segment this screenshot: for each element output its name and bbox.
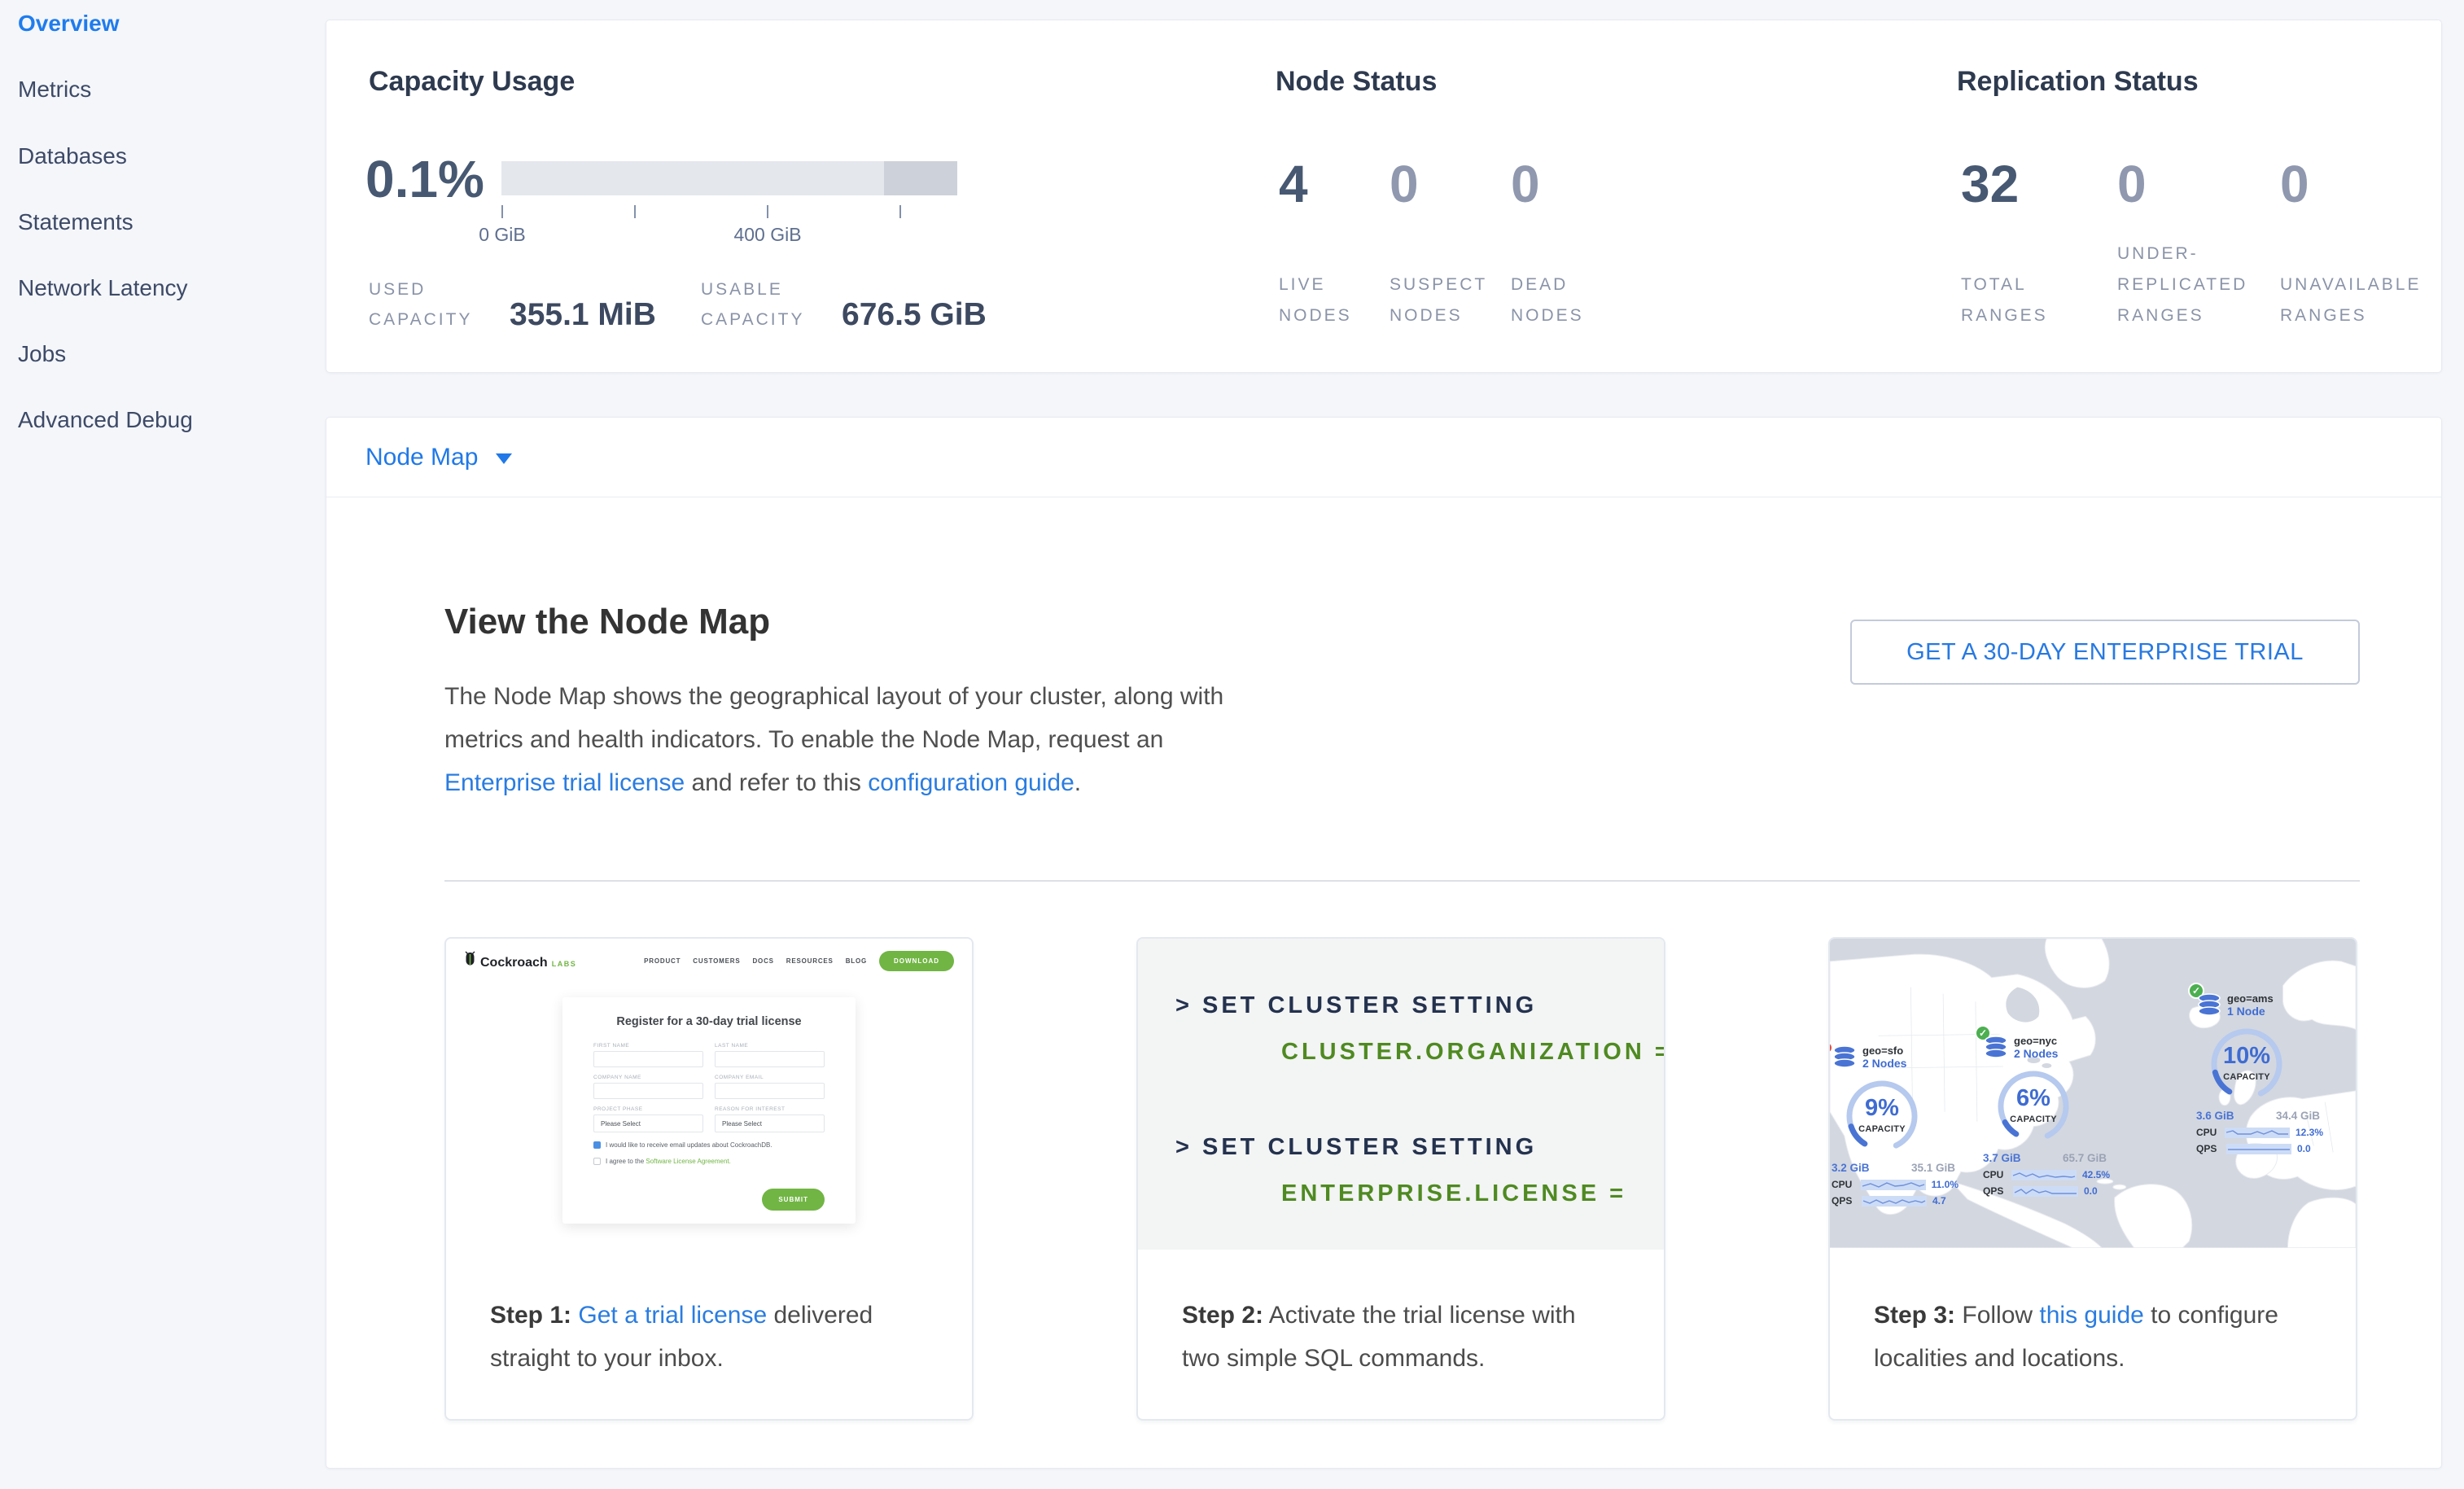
live-nodes-label: LIVENODES (1279, 269, 1352, 331)
used-capacity-label: USED CAPACITY (369, 274, 472, 335)
node-status-title: Node Status (1276, 66, 1437, 98)
company-email-field-mock (715, 1083, 825, 1099)
step-2-caption: Step 2: Activate the trial license with … (1138, 1250, 1664, 1380)
under-replicated-label: UNDER-REPLICATEDRANGES (2117, 239, 2247, 331)
axis-tick-label-start: 0 GiB (437, 224, 567, 246)
suspect-nodes-value: 0 (1390, 154, 1419, 214)
database-node-icon (2196, 993, 2222, 1018)
capacity-gauge: 9% CAPACITY (1843, 1077, 1921, 1155)
sidebar-item-statements[interactable]: Statements (18, 209, 133, 235)
sidebar-item-overview[interactable]: Overview (18, 11, 120, 37)
under-replicated-value: 0 (2117, 154, 2147, 214)
enterprise-trial-license-link[interactable]: Enterprise trial license (444, 769, 685, 796)
sidebar-item-advanced-debug[interactable]: Advanced Debug (18, 407, 193, 433)
live-nodes-value: 4 (1279, 154, 1308, 214)
node-map-view-selector[interactable]: Node Map (365, 444, 512, 471)
total-ranges-label: TOTALRANGES (1961, 269, 2048, 331)
sidebar-item-metrics[interactable]: Metrics (18, 77, 91, 103)
unavailable-value: 0 (2280, 154, 2309, 214)
site-mock-nav: PRODUCT CUSTOMERS DOCS RESOURCES BLOG DO… (644, 951, 954, 971)
checkbox-checked-icon (593, 1141, 601, 1149)
node-map-description: The Node Map shows the geographical layo… (444, 675, 1226, 804)
this-guide-link[interactable]: this guide (2039, 1302, 2143, 1329)
capacity-gauge: 6% CAPACITY (1994, 1067, 2072, 1145)
chevron-down-icon (496, 453, 512, 464)
cockroach-bug-icon (464, 951, 476, 966)
page-title: View the Node Map (444, 602, 770, 642)
map-cluster-nyc: ✓ geo=nyc 2 Nodes (1983, 1035, 2110, 1197)
section-divider (444, 880, 2360, 882)
enterprise-trial-button[interactable]: GET A 30-DAY ENTERPRISE TRIAL (1850, 620, 2360, 685)
node-map-panel: Node Map View the Node Map The Node Map … (326, 417, 2442, 1469)
used-capacity-value: 355.1 MiB (510, 297, 656, 333)
step-1-card: Cockroach LABS PRODUCT CUSTOMERS DOCS RE… (444, 937, 974, 1421)
sidebar-item-jobs[interactable]: Jobs (18, 341, 66, 367)
database-nodes-icon (1983, 1036, 2009, 1060)
site-mock-header: Cockroach LABS PRODUCT CUSTOMERS DOCS RE… (446, 939, 972, 983)
sql-commands-figure: > SET CLUSTER SETTING CLUSTER.ORGANIZATI… (1138, 939, 1664, 1250)
usable-capacity-value: 676.5 GiB (842, 297, 987, 333)
axis-tick-label-mid: 400 GiB (702, 224, 833, 246)
capacity-used-percent: 0.1% (365, 149, 484, 209)
step-2-card: > SET CLUSTER SETTING CLUSTER.ORGANIZATI… (1136, 937, 1665, 1421)
trial-registration-screenshot: Cockroach LABS PRODUCT CUSTOMERS DOCS RE… (446, 939, 972, 1250)
project-phase-select-mock: Please Select (593, 1115, 703, 1132)
node-map-preview-image: geo=sfo 2 Nodes 9% CAPACITY 3.2 GiB35.1 … (1830, 939, 2356, 1250)
download-button-mock: DOWNLOAD (879, 951, 954, 971)
axis-tick (501, 205, 503, 218)
checkbox-empty-icon (593, 1158, 601, 1165)
first-name-field-mock (593, 1051, 703, 1067)
last-name-field-mock (715, 1051, 825, 1067)
node-map-header-bar: Node Map (326, 418, 2441, 497)
db-console-overview-page: Overview Metrics Databases Statements Ne… (0, 0, 2464, 1489)
capacity-usage-title: Capacity Usage (369, 66, 575, 98)
dead-nodes-value: 0 (1511, 154, 1540, 214)
axis-tick (767, 205, 768, 218)
submit-button-mock: SUBMIT (762, 1189, 825, 1211)
get-trial-license-link[interactable]: Get a trial license (578, 1302, 767, 1329)
dead-nodes-label: DEADNODES (1511, 269, 1584, 331)
configuration-guide-link[interactable]: configuration guide (868, 769, 1074, 796)
company-name-field-mock (593, 1083, 703, 1099)
trial-license-form-mock: Register for a 30-day trial license FIRS… (562, 997, 856, 1224)
capacity-gauge: 10% CAPACITY (2208, 1025, 2286, 1103)
sidebar: Overview Metrics Databases Statements Ne… (0, 0, 326, 1489)
step-3-caption: Step 3: Follow this guide to configure l… (1830, 1250, 2356, 1380)
suspect-nodes-label: SUSPECTNODES (1390, 269, 1487, 331)
unavailable-label: UNAVAILABLERANGES (2280, 269, 2421, 331)
usable-capacity-label: USABLE CAPACITY (701, 274, 804, 335)
step-3-card: geo=sfo 2 Nodes 9% CAPACITY 3.2 GiB35.1 … (1828, 937, 2357, 1421)
capacity-usage-bar (501, 161, 957, 195)
sidebar-item-databases[interactable]: Databases (18, 143, 127, 169)
capacity-bar-other-segment (884, 161, 957, 195)
step-1-caption: Step 1: Get a trial license delivered st… (446, 1250, 972, 1380)
sidebar-item-network-latency[interactable]: Network Latency (18, 275, 188, 301)
total-ranges-value: 32 (1961, 154, 2019, 214)
cluster-overview-panel: Capacity Usage 0.1% 0 GiB 400 GiB USED C… (326, 20, 2442, 373)
cockroach-labs-logo: Cockroach LABS (464, 951, 576, 970)
replication-status-title: Replication Status (1957, 66, 2199, 98)
axis-tick (634, 205, 636, 218)
axis-tick (899, 205, 901, 218)
database-nodes-icon (1832, 1045, 1858, 1070)
reason-select-mock: Please Select (715, 1115, 825, 1132)
map-cluster-sfo: geo=sfo 2 Nodes 9% CAPACITY 3.2 GiB35.1 … (1832, 1044, 1959, 1207)
map-cluster-ams: ✓ geo=ams 1 Node (2196, 992, 2323, 1154)
